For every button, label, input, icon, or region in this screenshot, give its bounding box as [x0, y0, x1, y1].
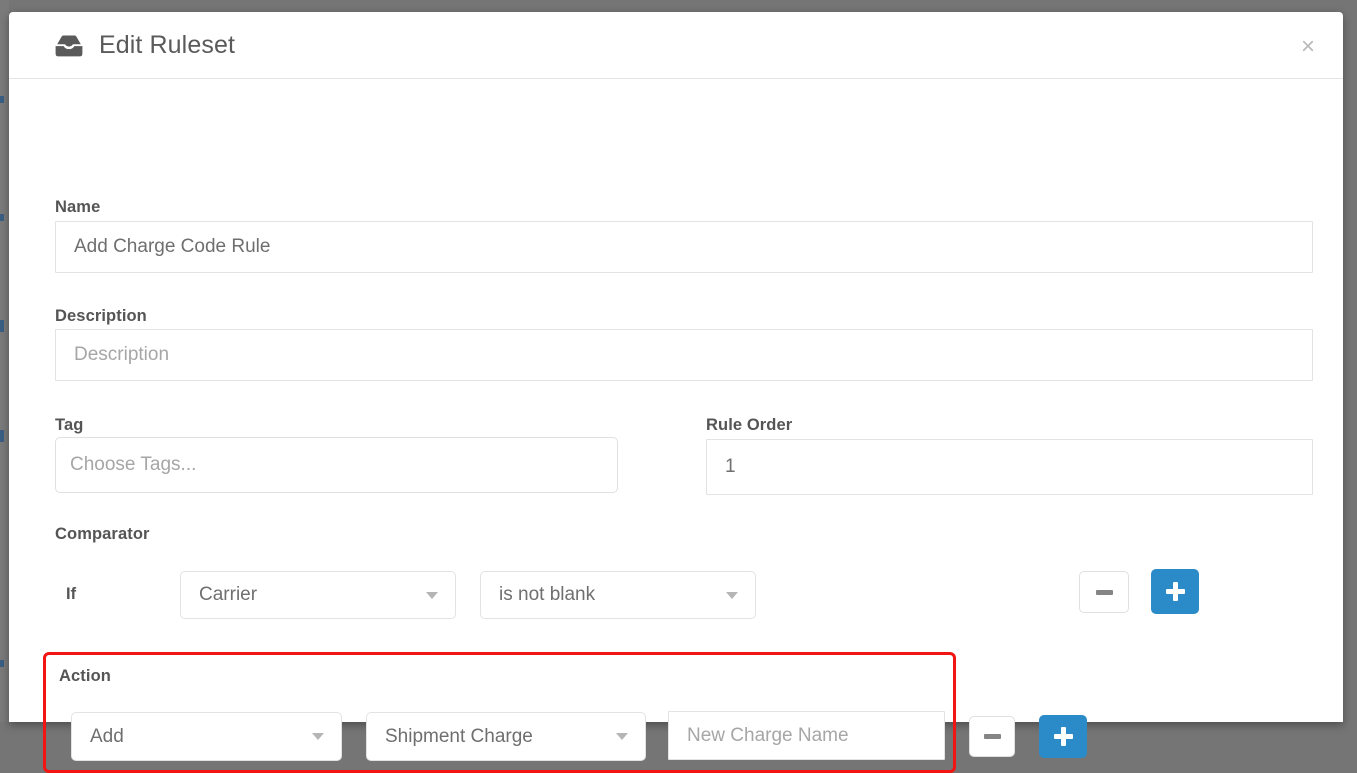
action-remove-button[interactable]	[969, 716, 1015, 757]
page-title: Edit Ruleset	[99, 31, 235, 59]
tag-input[interactable]	[55, 437, 618, 493]
name-input[interactable]	[55, 221, 1313, 273]
comparator-remove-button[interactable]	[1079, 571, 1129, 613]
minus-icon	[983, 734, 1001, 739]
close-icon[interactable]: ×	[1295, 34, 1321, 60]
action-add-button[interactable]	[1039, 715, 1087, 758]
comparator-operator-select[interactable]: is not blank	[480, 571, 756, 619]
comparator-label: Comparator	[55, 525, 150, 543]
chevron-down-icon	[312, 733, 324, 740]
action-verb-value: Add	[90, 725, 124, 747]
minus-icon	[1095, 589, 1113, 595]
chevron-down-icon	[616, 733, 628, 740]
comparator-field-value: Carrier	[199, 584, 258, 605]
action-verb-select[interactable]: Add	[71, 712, 342, 761]
rule-order-input[interactable]	[706, 439, 1313, 495]
modal-header: Edit Ruleset ×	[9, 12, 1343, 79]
comparator-operator-value: is not blank	[499, 584, 596, 605]
edit-ruleset-modal: Edit Ruleset × Name Description Tag Rule…	[9, 12, 1343, 773]
plus-icon	[1165, 582, 1185, 601]
inbox-icon	[54, 34, 84, 58]
action-target-value: Shipment Charge	[385, 725, 533, 747]
modal-title-group: Edit Ruleset	[54, 31, 235, 60]
comparator-add-button[interactable]	[1151, 569, 1199, 614]
rule-order-label: Rule Order	[706, 416, 793, 434]
plus-icon	[1053, 727, 1073, 746]
description-input[interactable]	[55, 329, 1313, 381]
action-label: Action	[59, 667, 111, 685]
tag-label: Tag	[55, 416, 84, 434]
if-label: If	[66, 585, 77, 603]
new-charge-name-input[interactable]	[668, 711, 945, 760]
chevron-down-icon	[426, 591, 438, 599]
action-target-select[interactable]: Shipment Charge	[366, 712, 646, 761]
description-label: Description	[55, 307, 147, 325]
name-label: Name	[55, 198, 101, 216]
page-behind-overlay	[0, 0, 9, 722]
chevron-down-icon	[726, 591, 738, 599]
comparator-field-select[interactable]: Carrier	[180, 571, 456, 619]
